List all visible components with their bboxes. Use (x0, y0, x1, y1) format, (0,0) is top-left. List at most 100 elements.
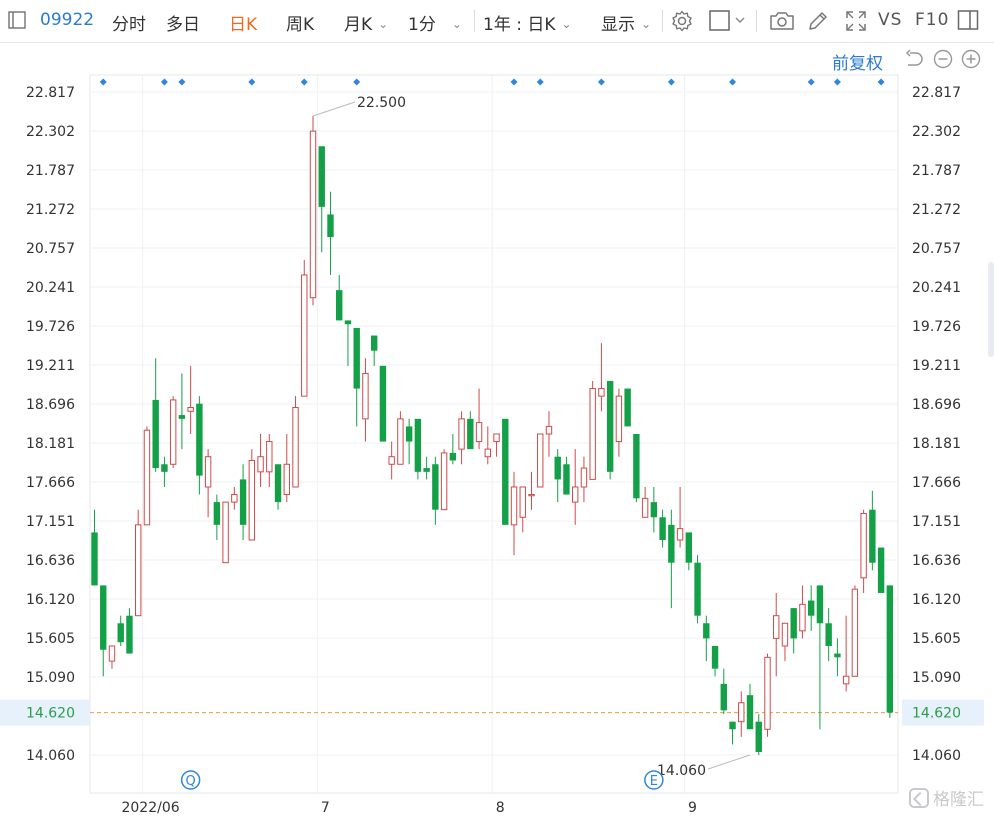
y-tick-label-left: 18.181 (26, 436, 75, 452)
candle-body (502, 418, 509, 525)
candle-body (650, 502, 658, 518)
candle (537, 433, 544, 488)
candle (589, 380, 596, 480)
candle-body (405, 426, 413, 442)
candle-body (292, 406, 299, 488)
y-tick-label-right: 15.605 (912, 631, 961, 647)
event-marker-label: Q (186, 774, 196, 789)
candle-body (633, 433, 640, 499)
candle-body (773, 615, 780, 639)
y-tick-label-right: 14.060 (912, 748, 961, 764)
candle-body (257, 456, 264, 473)
candle-body (720, 683, 727, 711)
candle-body (659, 517, 666, 540)
watermark: 格隆汇 (909, 785, 984, 810)
candle (301, 259, 308, 397)
candle-body (169, 399, 177, 465)
candle (851, 585, 859, 677)
candle-body (388, 456, 395, 465)
candle-body (606, 380, 614, 472)
candle-body (537, 433, 544, 488)
candle-body (336, 290, 343, 321)
candle-body (572, 486, 579, 503)
candle-body (475, 422, 483, 443)
candle-body (100, 585, 107, 650)
y-tick-label-left: 21.787 (26, 163, 75, 179)
candle-body (143, 429, 151, 526)
candle-body (327, 214, 334, 238)
candle-body (274, 464, 282, 503)
candle-body (860, 512, 867, 579)
y-tick-label-left: 21.272 (26, 202, 75, 218)
watermark-text: 格隆汇 (933, 790, 984, 810)
y-tick-label-right: 17.666 (912, 475, 961, 491)
candle-body (563, 464, 570, 495)
candle (169, 396, 177, 469)
y-tick-label-right: 21.272 (912, 202, 961, 218)
candle-body (204, 456, 212, 488)
candle-body (239, 479, 247, 525)
candle (379, 365, 387, 442)
candle-body (519, 486, 526, 518)
candle-body (309, 130, 317, 299)
candlestick-chart[interactable]: 22.817 22.817 22.302 22.302 21.787 21.787 21.2… (0, 0, 994, 816)
candle (502, 418, 509, 525)
candle-body (414, 418, 422, 472)
candle-body (807, 600, 815, 616)
candle (624, 388, 631, 427)
candle-body (676, 528, 684, 541)
y-tick-label-right: 19.726 (912, 319, 961, 335)
low-annotation: 14.060 (657, 763, 706, 779)
candle-body (755, 721, 762, 752)
candle-body (685, 532, 693, 563)
candle (222, 501, 229, 564)
candle-body (668, 524, 675, 563)
candle (877, 547, 885, 593)
candle-body (135, 524, 142, 617)
candle-body (816, 585, 824, 624)
x-tick-label: 7 (321, 800, 330, 816)
candle-body (834, 653, 841, 658)
candle-body (126, 615, 133, 654)
candle-body (108, 645, 116, 662)
candle (764, 653, 771, 737)
y-tick-label-right: 16.636 (912, 553, 961, 569)
candle-body (458, 418, 465, 450)
candle-body (738, 702, 745, 723)
candle (633, 433, 640, 503)
scrollbar-thumb[interactable] (988, 262, 994, 357)
x-tick-label: 9 (688, 800, 697, 816)
y-tick-label-right: 22.817 (912, 85, 961, 101)
candle (414, 418, 422, 480)
candle-body (301, 274, 308, 397)
candle-body (729, 721, 736, 730)
candle (143, 426, 151, 526)
candle-body (877, 547, 885, 593)
y-tick-label-left: 20.757 (26, 241, 75, 257)
candle-body (545, 425, 553, 435)
candle-body (624, 388, 631, 427)
candle-body (580, 467, 588, 488)
candle-body (869, 509, 876, 563)
candle-body (231, 494, 238, 503)
candle-body (222, 501, 229, 564)
candle-body (283, 463, 290, 496)
y-tick-label-left: 15.605 (26, 631, 75, 647)
y-tick-label-left: 14.060 (26, 748, 75, 764)
candle-body (449, 452, 457, 461)
y-tick-label-left: 16.636 (26, 553, 75, 569)
candle-body (196, 403, 203, 476)
y-tick-label-left: 17.151 (26, 514, 75, 530)
y-tick-label-left: 22.302 (26, 124, 75, 140)
candle-body (528, 494, 535, 497)
y-tick-label-right: 18.696 (912, 397, 961, 413)
candle-body (825, 623, 832, 646)
candle-body (91, 532, 98, 586)
candle-body (397, 418, 404, 465)
y-tick-label-right: 15.090 (912, 670, 961, 686)
candle (309, 116, 317, 306)
candle-body (842, 675, 850, 685)
candle-body (554, 456, 561, 480)
candle-body (178, 415, 186, 419)
candle (397, 411, 404, 465)
